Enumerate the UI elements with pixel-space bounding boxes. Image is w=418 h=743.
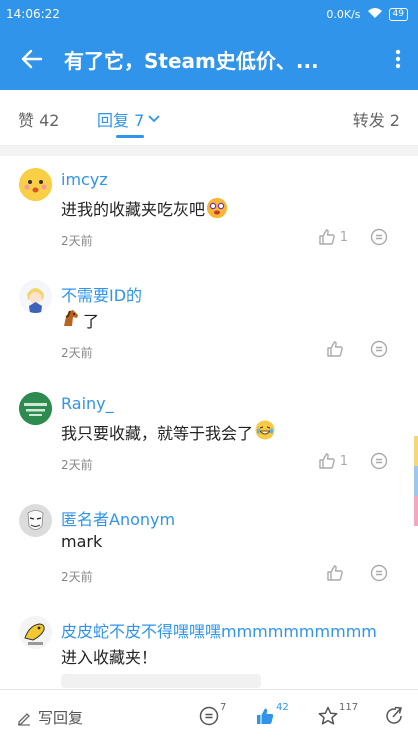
- app-bar: 有了它，Steam史低价、...: [0, 28, 418, 90]
- tab-likes[interactable]: 赞 42: [18, 107, 59, 131]
- star-icon: [318, 706, 338, 725]
- reply-button[interactable]: [370, 452, 388, 474]
- more-vertical-icon: [395, 49, 401, 69]
- side-scroll-marks: [414, 436, 418, 528]
- avatar[interactable]: [19, 504, 52, 537]
- thumbs-up-icon: [319, 453, 335, 469]
- thumbs-up-icon: [327, 565, 343, 581]
- comment-item[interactable]: Rainy_ 我只要收藏，就等于我会了 2天前 1: [0, 380, 418, 492]
- status-time: 14:06:22: [6, 7, 60, 21]
- bottom-action-bar: 写回复 7 42 117: [0, 689, 418, 743]
- comment-time: 2天前: [61, 234, 93, 248]
- avatar[interactable]: [19, 616, 52, 649]
- comment-text-body: 进我的收藏夹吃灰吧: [61, 200, 206, 219]
- pencil-icon: [18, 712, 30, 726]
- comment-text-body: 进入收藏夹！: [61, 648, 158, 667]
- comment-item[interactable]: 匿名者Anonym mark 2天前: [0, 492, 418, 604]
- like-button[interactable]: [326, 564, 348, 582]
- comment-text: 进我的收藏夹吃灰吧: [61, 196, 228, 220]
- comment-text-body: 了: [83, 312, 100, 331]
- avatar[interactable]: [19, 392, 52, 425]
- network-speed: 0.0K/s: [326, 7, 361, 21]
- horse-emoji-icon: [61, 308, 81, 332]
- user-name[interactable]: 不需要ID的: [61, 282, 142, 306]
- reply-count-button[interactable]: 7: [199, 702, 226, 726]
- comment-text: mark: [61, 532, 102, 551]
- comment-text-body: 我只要收藏，就等于我会了: [61, 424, 254, 443]
- share-button[interactable]: [384, 706, 404, 726]
- section-divider: [0, 146, 418, 156]
- like-button[interactable]: 1: [318, 228, 348, 246]
- status-bar: 14:06:22 0.0K/s 49: [0, 0, 418, 28]
- comment-time: 2天前: [61, 346, 93, 360]
- favorite-count: 117: [339, 702, 359, 713]
- battery-icon: 49: [388, 7, 408, 21]
- comment-bubble-icon: [370, 340, 388, 358]
- comment-bubble-icon: [370, 228, 388, 246]
- comment-time: 2天前: [61, 570, 93, 584]
- tab-replies-label: 回复 7: [97, 111, 145, 130]
- avatar[interactable]: [19, 168, 52, 201]
- thumbs-up-icon: [327, 341, 343, 357]
- page-title: 有了它，Steam史低价、...: [64, 48, 319, 73]
- comment-text: 进入收藏夹！: [61, 644, 157, 668]
- comment-image-preview[interactable]: [61, 674, 261, 688]
- reply-button[interactable]: [370, 340, 388, 362]
- reply-button[interactable]: [370, 564, 388, 586]
- write-reply-label: 写回复: [38, 709, 84, 727]
- like-count: 1: [339, 453, 348, 469]
- like-count: 42: [276, 702, 289, 713]
- back-button[interactable]: [0, 28, 64, 90]
- thumbs-up-filled-icon: [257, 708, 274, 724]
- favorite-button[interactable]: 117: [318, 702, 358, 726]
- comment-item[interactable]: 不需要ID的 了 2天前: [0, 268, 418, 380]
- user-name[interactable]: 匿名者Anonym: [61, 506, 175, 530]
- user-name[interactable]: imcyz: [61, 170, 108, 189]
- like-count-button[interactable]: 42: [255, 702, 289, 726]
- comment-bubble-icon: [370, 452, 388, 470]
- comment-text-body: mark: [61, 532, 103, 551]
- tab-bar: 赞 42 回复 7 转发 2: [0, 90, 418, 146]
- laughing-tears-emoji-icon: [255, 420, 275, 444]
- chevron-down-icon: [148, 115, 160, 123]
- user-name[interactable]: Rainy_: [61, 394, 114, 413]
- tab-replies[interactable]: 回复 7: [97, 107, 160, 131]
- like-button[interactable]: [326, 340, 348, 358]
- wifi-icon: [367, 7, 383, 22]
- tab-indicator: [116, 135, 144, 138]
- user-name[interactable]: 皮皮蛇不皮不得嘿嘿嘿mmmmmmmmmm: [61, 618, 377, 642]
- more-button[interactable]: [378, 28, 418, 90]
- like-button[interactable]: 1: [318, 452, 348, 470]
- share-icon: [386, 706, 402, 724]
- comment-text: 了: [61, 308, 99, 332]
- dizzy-face-emoji-icon: [207, 198, 228, 218]
- status-indicators: 0.0K/s 49: [326, 7, 408, 22]
- comment-list: imcyz 进我的收藏夹吃灰吧 2天前 1 不需要ID的 了 2天前 Rainy…: [0, 156, 418, 716]
- reply-button[interactable]: [370, 228, 388, 250]
- write-reply-button[interactable]: 写回复: [16, 707, 83, 728]
- comment-item[interactable]: imcyz 进我的收藏夹吃灰吧 2天前 1: [0, 156, 418, 268]
- like-count: 1: [339, 229, 348, 245]
- avatar[interactable]: [19, 280, 52, 313]
- tab-forwards[interactable]: 转发 2: [353, 107, 400, 131]
- comment-text: 我只要收藏，就等于我会了: [61, 420, 275, 444]
- back-arrow-icon: [21, 49, 43, 69]
- thumbs-up-icon: [319, 229, 335, 245]
- comment-time: 2天前: [61, 458, 93, 472]
- comment-bubble-icon: [199, 706, 219, 726]
- reply-count: 7: [220, 702, 227, 713]
- comment-bubble-icon: [370, 564, 388, 582]
